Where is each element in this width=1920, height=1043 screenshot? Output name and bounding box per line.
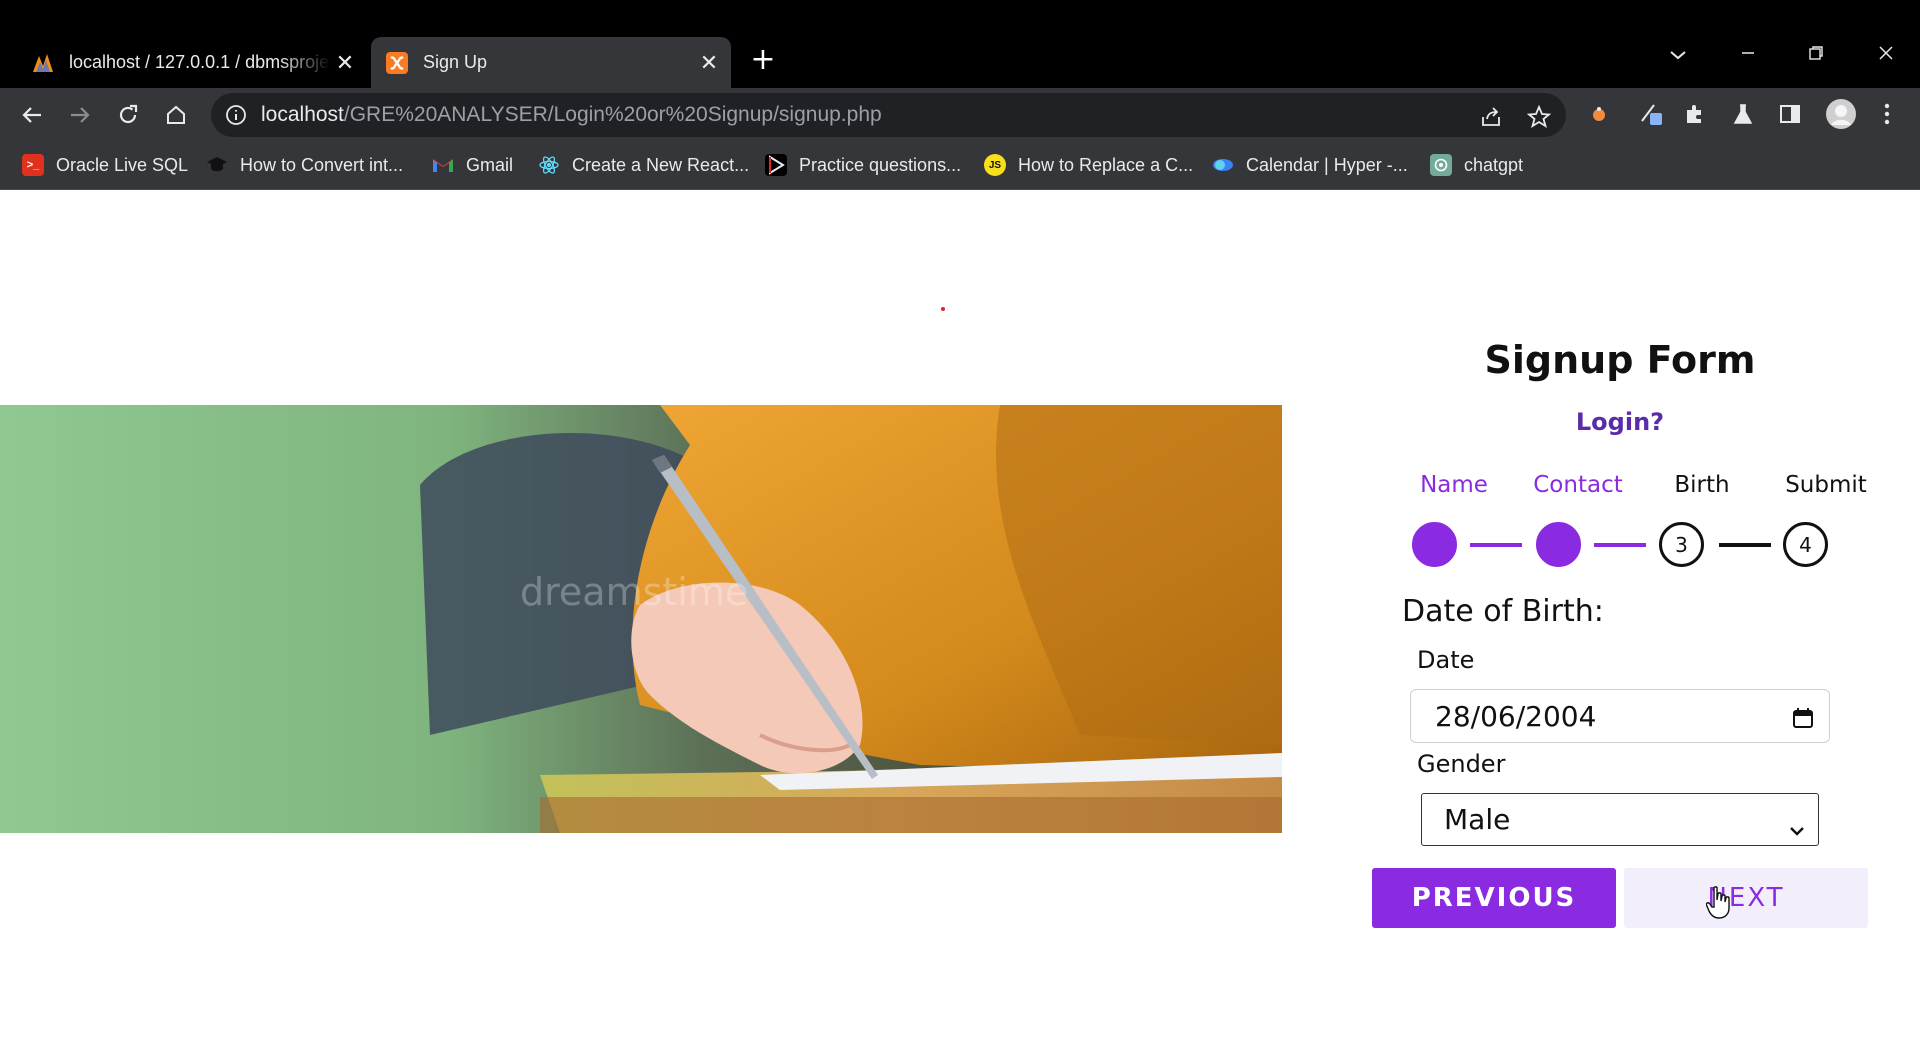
step-dot-name xyxy=(1412,522,1457,567)
chevron-down-icon xyxy=(1788,812,1806,836)
bookmark-create-react[interactable]: Create a New React... xyxy=(538,151,749,179)
bookmark-label: How to Replace a C... xyxy=(1018,154,1194,175)
gmail-icon xyxy=(432,154,454,176)
close-tab-icon[interactable]: ✕ xyxy=(695,49,723,77)
bookmark-label: Practice questions... xyxy=(799,154,962,175)
gender-value: Male xyxy=(1444,803,1511,836)
new-tab-plus-icon[interactable]: + xyxy=(748,45,778,76)
bookmark-label: Calendar | Hyper -... xyxy=(1246,154,1408,175)
step-connector xyxy=(1594,543,1646,547)
bookmarks-bar: >_ Oracle Live SQL How to Convert int...… xyxy=(0,141,1920,190)
back-arrow-icon[interactable] xyxy=(15,98,49,132)
step-label-contact: Contact xyxy=(1533,472,1623,498)
bookmark-oracle-live-sql[interactable]: >_ Oracle Live SQL xyxy=(22,151,188,179)
tab-title: Sign Up xyxy=(423,52,488,72)
gender-select[interactable]: Male xyxy=(1421,793,1819,846)
share-icon[interactable] xyxy=(1479,105,1503,129)
step-dot-birth: 3 xyxy=(1659,522,1704,567)
minimize-icon[interactable] xyxy=(1728,42,1768,72)
extension-orange-icon[interactable] xyxy=(1586,101,1612,127)
play-icon xyxy=(765,154,787,176)
site-info-icon[interactable] xyxy=(225,104,247,126)
hyper-icon xyxy=(1212,154,1234,176)
tab-search-chevron-icon[interactable] xyxy=(1658,42,1698,72)
bookmark-chatgpt[interactable]: chatgpt xyxy=(1430,151,1523,179)
date-value: 28/06/2004 xyxy=(1435,699,1597,733)
home-icon[interactable] xyxy=(159,98,193,132)
gender-label: Gender xyxy=(1417,750,1506,778)
next-button[interactable]: NEXT xyxy=(1624,868,1868,928)
close-window-icon[interactable] xyxy=(1866,42,1906,72)
previous-button[interactable]: PREVIOUS xyxy=(1372,868,1616,928)
labs-flask-icon[interactable] xyxy=(1730,101,1756,127)
section-title-date-of-birth: Date of Birth: xyxy=(1402,594,1604,629)
bookmark-how-to-replace[interactable]: JS How to Replace a C... xyxy=(984,151,1193,179)
step-connector xyxy=(1470,543,1522,547)
bookmark-label: chatgpt xyxy=(1464,154,1524,175)
step-connector xyxy=(1719,543,1771,547)
bookmark-how-to-convert[interactable]: How to Convert int... xyxy=(206,151,403,179)
step-dot-submit: 4 xyxy=(1783,522,1828,567)
browser-toolbar: localhost/GRE%20ANALYSER/Login%20or%20Si… xyxy=(0,88,1920,141)
close-tab-icon[interactable]: ✕ xyxy=(331,49,359,77)
oracle-icon: >_ xyxy=(22,154,44,176)
bookmark-star-icon[interactable] xyxy=(1526,104,1552,129)
bookmark-label: How to Convert int... xyxy=(240,154,404,175)
address-bar[interactable]: localhost/GRE%20ANALYSER/Login%20or%20Si… xyxy=(211,93,1566,137)
chatgpt-icon xyxy=(1430,154,1452,176)
watermark-text: dreamstime xyxy=(520,570,748,614)
browser-tabstrip: localhost / 127.0.0.1 / dbmsproje ✕ Sign… xyxy=(0,0,1920,88)
login-link[interactable]: Login? xyxy=(1380,408,1860,436)
bookmark-calendar-hyper[interactable]: Calendar | Hyper -... xyxy=(1212,151,1408,179)
bookmark-practice-questions[interactable]: Practice questions... xyxy=(765,151,961,179)
decorative-dot xyxy=(941,307,945,311)
restore-icon[interactable] xyxy=(1796,42,1836,72)
bookmark-label: Oracle Live SQL xyxy=(56,154,189,175)
extension-pen-icon[interactable] xyxy=(1638,101,1664,127)
date-label: Date xyxy=(1417,646,1475,674)
form-title: Signup Form xyxy=(1484,338,1756,382)
bookmark-label: Create a New React... xyxy=(572,154,750,175)
forward-arrow-icon[interactable] xyxy=(63,98,97,132)
hero-image-student-writing: dreamstime xyxy=(0,405,1282,833)
reload-icon[interactable] xyxy=(111,98,145,132)
step-dot-contact xyxy=(1536,522,1581,567)
browser-menu-icon[interactable] xyxy=(1874,101,1900,127)
tab-sign-up[interactable]: Sign Up ✕ xyxy=(371,37,731,88)
date-of-birth-input[interactable]: 28/06/2004 xyxy=(1410,689,1830,743)
bookmark-label: Gmail xyxy=(466,154,514,175)
url-text: localhost/GRE%20ANALYSER/Login%20or%20Si… xyxy=(261,103,882,126)
tab-phpmyadmin[interactable]: localhost / 127.0.0.1 / dbmsproje ✕ xyxy=(17,37,367,88)
js-icon: JS xyxy=(984,154,1006,176)
step-label-submit: Submit xyxy=(1785,472,1867,498)
graduation-cap-icon xyxy=(206,154,228,176)
step-label-name: Name xyxy=(1420,472,1488,498)
bookmark-gmail[interactable]: Gmail xyxy=(432,151,513,179)
calendar-icon[interactable] xyxy=(1791,704,1815,728)
hand-pointer-cursor-icon xyxy=(1705,886,1732,920)
progress-steps: Name Contact Birth Submit 3 4 xyxy=(1380,472,1867,572)
tab-title: localhost / 127.0.0.1 / dbmsproje xyxy=(69,52,330,72)
xampp-icon xyxy=(385,51,409,75)
signup-page: dreamstime Signup Form Login? Name Conta… xyxy=(0,190,1920,1043)
extensions-puzzle-icon[interactable] xyxy=(1682,101,1708,127)
phpmyadmin-icon xyxy=(31,51,55,75)
profile-avatar-icon[interactable] xyxy=(1824,97,1858,131)
side-panel-icon[interactable] xyxy=(1777,101,1803,127)
react-icon xyxy=(538,154,560,176)
step-label-birth: Birth xyxy=(1674,472,1730,498)
